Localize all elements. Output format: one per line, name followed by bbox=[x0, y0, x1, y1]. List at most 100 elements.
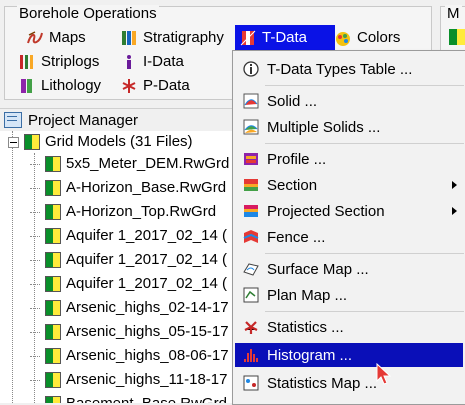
menu-item-multiple-solids[interactable]: Multiple Solids ... bbox=[235, 115, 463, 139]
surface-map-icon bbox=[240, 258, 262, 280]
grid-file-icon bbox=[45, 204, 61, 220]
tree-file-row[interactable]: Arsenic_highs_08-06-17 bbox=[30, 345, 229, 367]
file-label: A-Horizon_Top.RwGrd bbox=[66, 203, 217, 220]
tree-file-row[interactable]: A-Horizon_Base.RwGrd bbox=[30, 177, 226, 199]
pdata-button[interactable]: P-Data bbox=[117, 75, 193, 97]
menu-item-surface-map[interactable]: Surface Map ... bbox=[235, 257, 463, 281]
tdata-icon bbox=[239, 29, 257, 47]
tdata-dropdown-menu: T-Data Types Table ... Solid ... Multipl… bbox=[232, 50, 465, 405]
menu-item-statistics[interactable]: Statistics ... bbox=[235, 315, 463, 339]
statistics-icon bbox=[240, 316, 262, 338]
grid-file-icon bbox=[45, 180, 61, 196]
grid-file-icon bbox=[45, 324, 61, 340]
menu-item-label: Profile ... bbox=[267, 150, 327, 168]
lithology-label: Lithology bbox=[41, 77, 102, 94]
colors-button[interactable]: Colors bbox=[331, 27, 403, 49]
tree-file-row[interactable]: Arsenic_highs_02-14-17 bbox=[30, 297, 229, 319]
file-label: Basement_Base.RwGrd bbox=[66, 393, 227, 403]
tree-file-row[interactable]: A-Horizon_Top.RwGrd bbox=[30, 201, 216, 223]
menu-item-statistics-map[interactable]: Statistics Map ... bbox=[235, 371, 463, 395]
grid-file-icon bbox=[45, 228, 61, 244]
project-manager-header: Project Manager bbox=[0, 108, 244, 132]
menu-item-label: Plan Map ... bbox=[267, 286, 348, 304]
submenu-arrow-icon bbox=[452, 207, 457, 215]
tree-file-row[interactable]: Aquifer 1_2017_02_14 ( bbox=[30, 225, 227, 247]
projected-section-icon bbox=[240, 200, 262, 222]
menu-item-label: Statistics ... bbox=[267, 318, 344, 336]
tree-file-row[interactable]: Aquifer 1_2017_02_14 ( bbox=[30, 273, 227, 295]
menu-item-label: Projected Section bbox=[267, 202, 385, 220]
tdata-button[interactable]: T-Data bbox=[235, 25, 335, 51]
tree-file-row[interactable]: Aquifer 1_2017_02_14 ( bbox=[30, 249, 227, 271]
table-icon bbox=[240, 58, 262, 80]
collapse-icon[interactable] bbox=[8, 136, 19, 148]
grid-file-icon bbox=[45, 252, 61, 268]
statistics-map-icon bbox=[240, 372, 262, 394]
grid-models-icon bbox=[24, 134, 40, 150]
striplogs-icon bbox=[18, 53, 36, 71]
stratigraphy-button[interactable]: Stratigraphy bbox=[117, 27, 227, 49]
grid-file-icon bbox=[45, 396, 61, 403]
maps-icon bbox=[26, 29, 44, 47]
grid-file-icon bbox=[45, 276, 61, 292]
file-label: Aquifer 1_2017_02_14 ( bbox=[66, 251, 227, 268]
menu-item-plan-map[interactable]: Plan Map ... bbox=[235, 283, 463, 307]
project-manager-icon bbox=[4, 112, 22, 128]
tree-file-row[interactable]: 5x5_Meter_DEM.RwGrd bbox=[30, 153, 229, 175]
tree-file-row[interactable]: Arsenic_highs_11-18-17 bbox=[30, 369, 228, 391]
menu-item-histogram[interactable]: Histogram ... bbox=[235, 343, 463, 367]
idata-button[interactable]: I-Data bbox=[117, 51, 187, 73]
striplogs-label: Striplogs bbox=[41, 53, 100, 70]
menu-item-label: Fence ... bbox=[267, 228, 326, 246]
histogram-icon bbox=[240, 344, 262, 366]
file-label: Aquifer 1_2017_02_14 ( bbox=[66, 275, 227, 292]
menu-item-projected-section[interactable]: Projected Section bbox=[235, 199, 463, 223]
stratigraphy-label: Stratigraphy bbox=[143, 29, 224, 46]
idata-label: I-Data bbox=[143, 53, 184, 70]
grid-file-icon bbox=[45, 372, 61, 388]
striplogs-button[interactable]: Striplogs bbox=[15, 51, 102, 73]
pdata-icon bbox=[120, 77, 138, 95]
lithology-icon bbox=[18, 77, 36, 95]
fence-icon bbox=[240, 226, 262, 248]
menu-item-section[interactable]: Section bbox=[235, 173, 463, 197]
idata-icon bbox=[120, 53, 138, 71]
mouse-cursor-icon bbox=[376, 362, 392, 387]
menu-item-solid[interactable]: Solid ... bbox=[235, 89, 463, 113]
profile-icon bbox=[240, 148, 262, 170]
file-label: 5x5_Meter_DEM.RwGrd bbox=[66, 155, 230, 172]
menu-item-label: T-Data Types Table ... bbox=[267, 60, 413, 78]
colors-icon bbox=[334, 29, 352, 47]
file-label: Arsenic_highs_05-15-17 bbox=[66, 323, 229, 340]
grid-models-folder[interactable]: Grid Models (31 Files) bbox=[8, 131, 193, 153]
project-manager-title: Project Manager bbox=[28, 111, 139, 129]
tree-file-row[interactable]: Arsenic_highs_05-15-17 bbox=[30, 321, 229, 343]
menu-item-label: Multiple Solids ... bbox=[267, 118, 381, 136]
file-label: Arsenic_highs_08-06-17 bbox=[66, 347, 229, 364]
tdata-label: T-Data bbox=[262, 29, 308, 46]
maps-button[interactable]: Maps bbox=[23, 27, 89, 49]
menu-item-types-table[interactable]: T-Data Types Table ... bbox=[235, 57, 463, 81]
folder-label: Grid Models (31 Files) bbox=[45, 133, 193, 150]
grid-file-icon bbox=[45, 348, 61, 364]
tree-file-row[interactable]: Basement_Base.RwGrd bbox=[30, 393, 227, 403]
grid-file-icon bbox=[45, 156, 61, 172]
solid-icon bbox=[240, 90, 262, 112]
file-label: Arsenic_highs_02-14-17 bbox=[66, 299, 229, 316]
maps-label: Maps bbox=[49, 29, 86, 46]
grid-file-icon bbox=[45, 300, 61, 316]
file-label: A-Horizon_Base.RwGrd bbox=[66, 179, 227, 196]
menu-item-profile[interactable]: Profile ... bbox=[235, 147, 463, 171]
lithology-button[interactable]: Lithology bbox=[15, 75, 104, 97]
file-label: Arsenic_highs_11-18-17 bbox=[66, 371, 228, 388]
submenu-arrow-icon bbox=[452, 181, 457, 189]
menu-item-fence[interactable]: Fence ... bbox=[235, 225, 463, 249]
group2-title: M bbox=[445, 5, 462, 22]
group2-grid-icon bbox=[449, 29, 465, 45]
menu-item-label: Section bbox=[267, 176, 318, 194]
colors-label: Colors bbox=[357, 29, 401, 46]
menu-item-label: Solid ... bbox=[267, 92, 318, 110]
pdata-label: P-Data bbox=[143, 77, 190, 94]
menu-item-label: Surface Map ... bbox=[267, 260, 369, 278]
plan-map-icon bbox=[240, 284, 262, 306]
